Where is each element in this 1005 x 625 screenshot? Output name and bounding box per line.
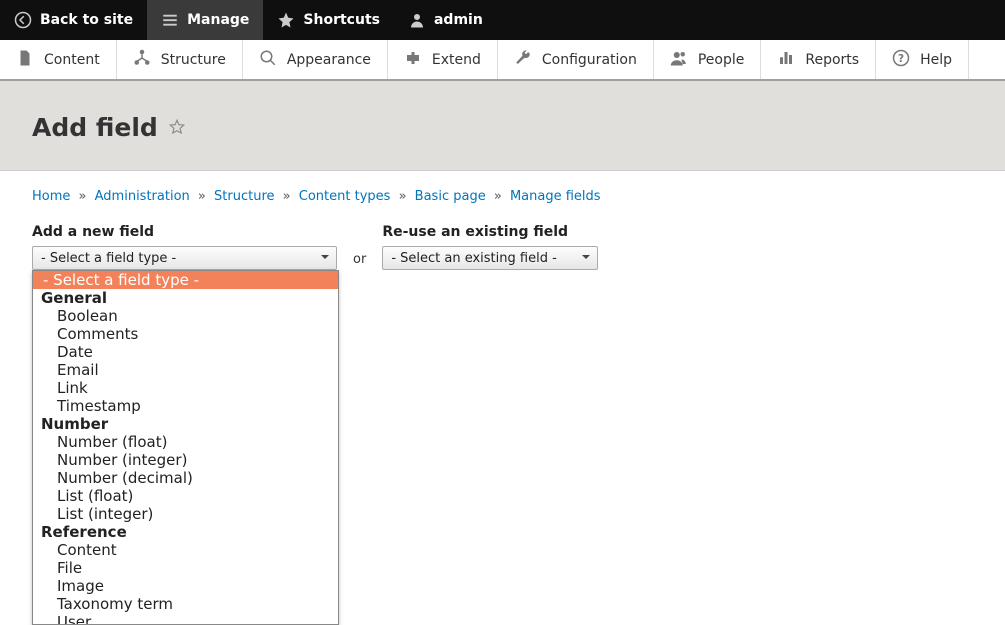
shortcuts-label: Shortcuts — [303, 12, 380, 28]
dropdown-option[interactable]: List (float) — [33, 487, 338, 505]
dropdown-option[interactable]: Image — [33, 577, 338, 595]
file-icon — [16, 49, 34, 71]
breadcrumb: Home » Administration » Structure » Cont… — [32, 189, 973, 204]
dropdown-option[interactable]: Number (float) — [33, 433, 338, 451]
breadcrumb-link-structure[interactable]: Structure — [214, 189, 274, 204]
dropdown-option[interactable]: List (integer) — [33, 505, 338, 523]
reports-icon — [777, 49, 795, 71]
new-field-type-select[interactable]: - Select a field type - — [32, 246, 337, 270]
existing-field-column: Re-use an existing field - Select an exi… — [382, 224, 598, 270]
admin-menu-help[interactable]: ? Help — [876, 40, 969, 79]
breadcrumb-sep: » — [283, 189, 291, 204]
field-form-row: Add a new field - Select a field type - … — [32, 224, 973, 270]
page-header: Add field — [0, 81, 1005, 171]
admin-menu-label: Reports — [805, 52, 859, 68]
wrench-icon — [514, 49, 532, 71]
dropdown-option[interactable]: User — [33, 613, 338, 625]
dropdown-option-selected[interactable]: - Select a field type - — [33, 271, 338, 289]
admin-menu-label: Configuration — [542, 52, 637, 68]
admin-menu-label: Appearance — [287, 52, 371, 68]
new-field-select-value: - Select a field type - — [41, 251, 176, 266]
dropdown-group-number: Number — [33, 415, 338, 433]
breadcrumb-link-basic-page[interactable]: Basic page — [415, 189, 486, 204]
existing-field-select[interactable]: - Select an existing field - — [382, 246, 598, 270]
top-toolbar: Back to site Manage Shortcuts admin — [0, 0, 1005, 40]
user-menu[interactable]: admin — [394, 0, 497, 40]
breadcrumb-sep: » — [79, 189, 87, 204]
admin-menu-structure[interactable]: Structure — [117, 40, 243, 79]
dropdown-option[interactable]: File — [33, 559, 338, 577]
back-to-site-label: Back to site — [40, 12, 133, 28]
admin-menu-label: Help — [920, 52, 952, 68]
manage-toggle[interactable]: Manage — [147, 0, 263, 40]
page-title: Add field — [32, 113, 973, 142]
dropdown-option[interactable]: Taxonomy term — [33, 595, 338, 613]
breadcrumb-sep: » — [198, 189, 206, 204]
structure-icon — [133, 49, 151, 71]
dropdown-option[interactable]: Date — [33, 343, 338, 361]
admin-menu-people[interactable]: People — [654, 40, 762, 79]
admin-menu-label: Content — [44, 52, 100, 68]
people-icon — [670, 49, 688, 71]
favorite-star-icon[interactable] — [168, 113, 186, 142]
chevron-down-icon — [320, 251, 330, 266]
dropdown-option[interactable]: Timestamp — [33, 397, 338, 415]
existing-field-select-value: - Select an existing field - — [391, 251, 556, 266]
admin-menu: Content Structure Appearance Extend Conf… — [0, 40, 1005, 81]
page-title-text: Add field — [32, 113, 158, 142]
manage-label: Manage — [187, 12, 249, 28]
user-icon — [408, 11, 426, 29]
new-field-label: Add a new field — [32, 224, 337, 240]
back-arrow-icon — [14, 11, 32, 29]
field-type-dropdown[interactable]: - Select a field type -GeneralBooleanCom… — [32, 270, 339, 625]
breadcrumb-link-content-types[interactable]: Content types — [299, 189, 391, 204]
user-label: admin — [434, 12, 483, 28]
breadcrumb-link-administration[interactable]: Administration — [95, 189, 190, 204]
dropdown-option[interactable]: Link — [33, 379, 338, 397]
breadcrumb-sep: » — [399, 189, 407, 204]
breadcrumb-link-home[interactable]: Home — [32, 189, 70, 204]
dropdown-option[interactable]: Boolean — [33, 307, 338, 325]
breadcrumb-link-manage-fields[interactable]: Manage fields — [510, 189, 601, 204]
dropdown-option[interactable]: Number (decimal) — [33, 469, 338, 487]
dropdown-option[interactable]: Number (integer) — [33, 451, 338, 469]
admin-menu-label: People — [698, 52, 745, 68]
svg-text:?: ? — [898, 52, 904, 64]
breadcrumb-sep: » — [494, 189, 502, 204]
dropdown-group-reference: Reference — [33, 523, 338, 541]
dropdown-group-general: General — [33, 289, 338, 307]
admin-menu-reports[interactable]: Reports — [761, 40, 876, 79]
chevron-down-icon — [581, 251, 591, 266]
back-to-site-link[interactable]: Back to site — [0, 0, 147, 40]
dropdown-option[interactable]: Content — [33, 541, 338, 559]
extend-icon — [404, 49, 422, 71]
appearance-icon — [259, 49, 277, 71]
dropdown-option[interactable]: Email — [33, 361, 338, 379]
or-separator: or — [353, 252, 366, 267]
admin-menu-extend[interactable]: Extend — [388, 40, 498, 79]
hamburger-icon — [161, 11, 179, 29]
admin-menu-appearance[interactable]: Appearance — [243, 40, 388, 79]
star-icon — [277, 11, 295, 29]
dropdown-option[interactable]: Comments — [33, 325, 338, 343]
shortcuts-link[interactable]: Shortcuts — [263, 0, 394, 40]
admin-menu-content[interactable]: Content — [0, 40, 117, 79]
existing-field-label: Re-use an existing field — [382, 224, 598, 240]
new-field-column: Add a new field - Select a field type - … — [32, 224, 337, 270]
content-region: Home » Administration » Structure » Cont… — [0, 171, 1005, 302]
admin-menu-configuration[interactable]: Configuration — [498, 40, 654, 79]
admin-menu-label: Extend — [432, 52, 481, 68]
admin-menu-label: Structure — [161, 52, 226, 68]
help-icon: ? — [892, 49, 910, 71]
